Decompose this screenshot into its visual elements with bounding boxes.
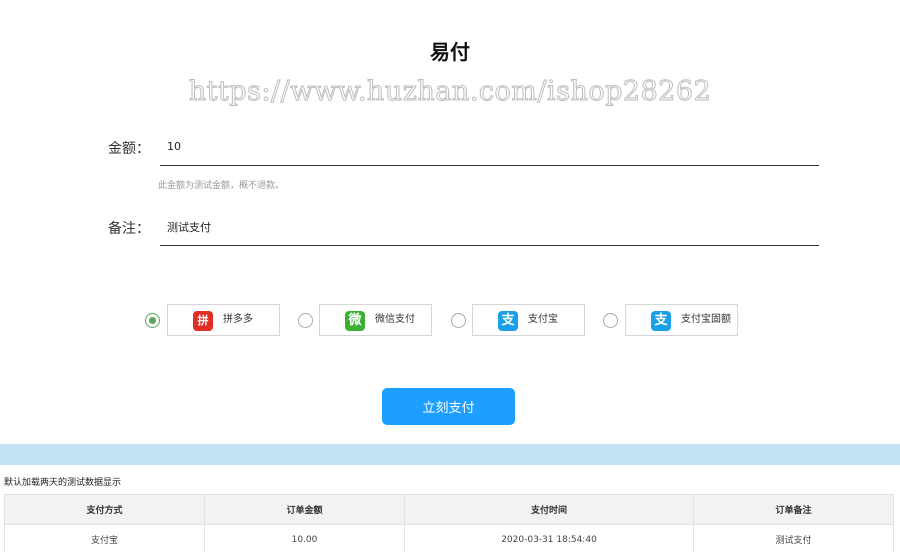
payment-option-alipay[interactable]: 支 支付宝 <box>472 304 585 336</box>
wechat-pay-icon: 微 <box>345 311 365 331</box>
radio-alipay[interactable] <box>451 313 466 328</box>
pinduoduo-icon: 拼 <box>193 311 213 331</box>
payment-option-label: 微信支付 <box>375 314 415 325</box>
column-header-order-amount: 订单金额 <box>204 494 405 525</box>
payment-option-pinduoduo[interactable]: 拼 拼多多 <box>167 304 280 336</box>
table-note: 默认加载两天的测试数据显示 <box>4 478 122 488</box>
column-header-payment-method: 支付方式 <box>4 494 205 525</box>
alipay-fixed-icon: 支 <box>651 311 671 331</box>
table-row: 支付宝 10.00 2020-03-31 18:54:40 测试支付 <box>4 524 894 552</box>
payment-method-group: 拼 拼多多 微 微信支付 支 支付宝 支 支付宝固额 <box>0 304 900 336</box>
section-divider-band <box>0 444 900 465</box>
orders-table: 支付方式 订单金额 支付时间 订单备注 支付宝 10.00 2020-03-31… <box>4 494 894 552</box>
cell-order-remark: 测试支付 <box>693 524 894 552</box>
radio-alipay-fixed[interactable] <box>603 313 618 328</box>
alipay-icon: 支 <box>498 311 518 331</box>
amount-label: 金额： <box>108 141 150 157</box>
payment-option-wechat-pay[interactable]: 微 微信支付 <box>319 304 432 336</box>
remark-input[interactable] <box>160 208 819 246</box>
payment-option-label: 拼多多 <box>223 314 253 325</box>
radio-wechat-pay[interactable] <box>298 313 313 328</box>
radio-pinduoduo[interactable] <box>145 313 160 328</box>
cell-order-amount: 10.00 <box>204 524 405 552</box>
watermark-text: https://www.huzhan.com/ishop28262 <box>188 76 712 108</box>
remark-label: 备注： <box>108 221 150 237</box>
payment-option-label: 支付宝固额 <box>681 314 731 325</box>
page-title: 易付 <box>430 40 470 64</box>
amount-input[interactable] <box>160 128 819 166</box>
payment-option-alipay-fixed[interactable]: 支 支付宝固额 <box>625 304 738 336</box>
table-header-row: 支付方式 订单金额 支付时间 订单备注 <box>4 494 894 525</box>
payment-option-label: 支付宝 <box>528 314 558 325</box>
pay-now-button[interactable]: 立刻支付 <box>382 388 515 425</box>
cell-payment-time: 2020-03-31 18:54:40 <box>404 524 694 552</box>
column-header-order-remark: 订单备注 <box>693 494 894 525</box>
column-header-payment-time: 支付时间 <box>404 494 694 525</box>
amount-hint: 此金额为测试金额，概不退款。 <box>158 181 285 191</box>
cell-payment-method: 支付宝 <box>4 524 205 552</box>
